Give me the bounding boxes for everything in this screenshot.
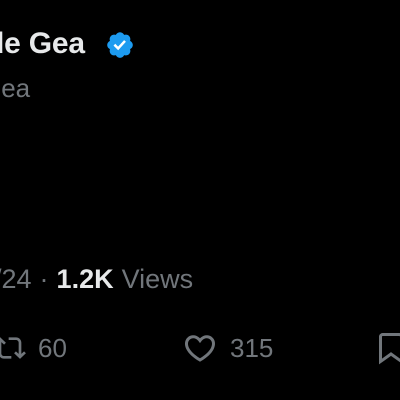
tweet-date[interactable]: /24 [0,262,32,296]
bookmark-icon [375,330,400,366]
views-label: Views [121,264,194,294]
views-count: 1.2K [56,264,114,294]
bookmark-button[interactable] [375,330,400,366]
meta-separator: · [39,264,49,294]
like-count: 315 [230,333,274,363]
retweet-button[interactable]: 60 [0,330,67,366]
retweet-count: 60 [38,333,67,363]
heart-icon [182,330,218,366]
like-button[interactable]: 315 [182,330,273,366]
tweet-detail-view: de Gea Gea /24 · 1.2K Views 60 315 [0,0,400,400]
tweet-meta-row: /24 · 1.2K Views [0,262,193,296]
verified-badge-icon [105,30,135,60]
author-name[interactable]: de Gea [0,24,85,64]
author-handle[interactable]: Gea [0,71,30,105]
retweet-icon [0,332,26,364]
